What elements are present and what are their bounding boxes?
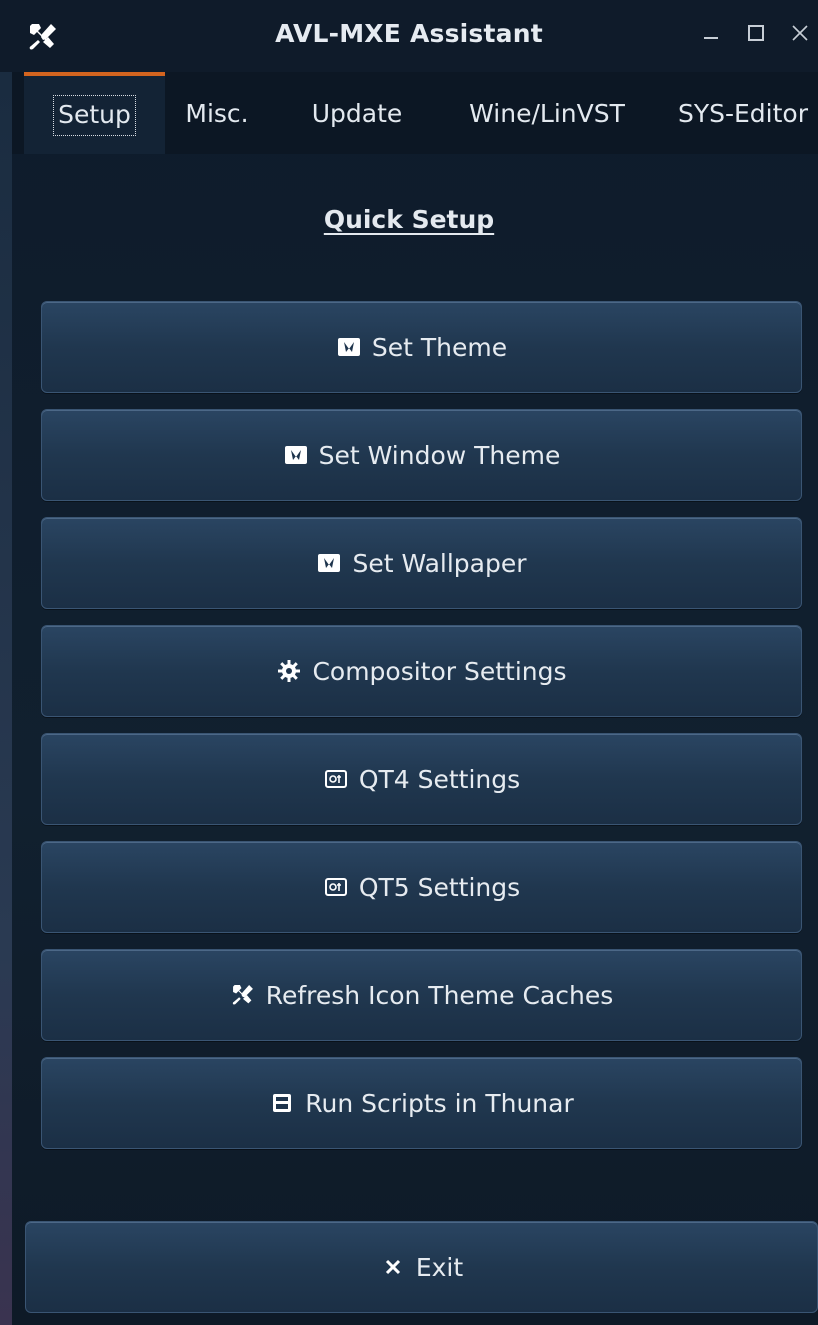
exit-button[interactable]: Exit	[25, 1221, 818, 1313]
title-bar: AVL-MXE Assistant	[0, 0, 818, 72]
window-edge	[0, 70, 12, 1325]
close-icon	[380, 1254, 406, 1280]
refresh-icon-theme-caches-button[interactable]: Refresh Icon Theme Caches	[41, 949, 802, 1041]
gear-icon	[276, 658, 302, 684]
button-label: QT5 Settings	[358, 872, 521, 902]
section-title: Quick Setup	[323, 205, 495, 234]
tab-setup[interactable]: Setup	[24, 72, 165, 154]
qt-icon	[323, 874, 349, 900]
set-wallpaper-button[interactable]: Set Wallpaper	[41, 517, 802, 609]
tab-update[interactable]: Update	[287, 72, 427, 154]
button-label: Refresh Icon Theme Caches	[265, 980, 614, 1010]
tab-label: SYS-Editor	[677, 98, 809, 128]
tab-bar: Setup Misc. Update Wine/LinVST SYS-Edito…	[12, 72, 818, 154]
tab-misc[interactable]: Misc.	[167, 72, 267, 154]
compositor-settings-button[interactable]: Compositor Settings	[41, 625, 802, 717]
tab-wine-linvst[interactable]: Wine/LinVST	[447, 72, 647, 154]
button-label: Set Wallpaper	[352, 548, 527, 578]
qt-icon	[323, 766, 349, 792]
tools-icon	[230, 982, 256, 1008]
button-label: Set Window Theme	[318, 440, 561, 470]
theme-icon	[336, 334, 362, 360]
button-label: Run Scripts in Thunar	[305, 1088, 574, 1118]
close-icon	[790, 23, 810, 47]
maximize-button[interactable]	[740, 16, 772, 54]
button-label: Compositor Settings	[312, 656, 567, 686]
qt5-settings-button[interactable]: QT5 Settings	[41, 841, 802, 933]
theme-icon	[283, 442, 309, 468]
tab-label: Misc.	[185, 98, 249, 128]
maximize-icon	[746, 23, 766, 47]
button-label: Set Theme	[371, 332, 508, 362]
set-theme-button[interactable]: Set Theme	[41, 301, 802, 393]
tab-sys-editor[interactable]: SYS-Editor	[660, 72, 818, 154]
minimize-icon	[702, 23, 722, 47]
tab-label: Update	[311, 98, 403, 128]
button-label: QT4 Settings	[358, 764, 521, 794]
app-window: AVL-MXE Assistant Setup Misc. Update Win…	[0, 0, 818, 1325]
theme-icon	[316, 550, 342, 576]
set-window-theme-button[interactable]: Set Window Theme	[41, 409, 802, 501]
tab-label: Wine/LinVST	[469, 98, 625, 128]
script-icon	[269, 1090, 295, 1116]
tab-label: Setup	[53, 94, 136, 136]
run-scripts-in-thunar-button[interactable]: Run Scripts in Thunar	[41, 1057, 802, 1149]
close-button[interactable]	[784, 16, 816, 54]
minimize-button[interactable]	[696, 16, 728, 54]
button-label: Exit	[415, 1252, 464, 1282]
qt4-settings-button[interactable]: QT4 Settings	[41, 733, 802, 825]
